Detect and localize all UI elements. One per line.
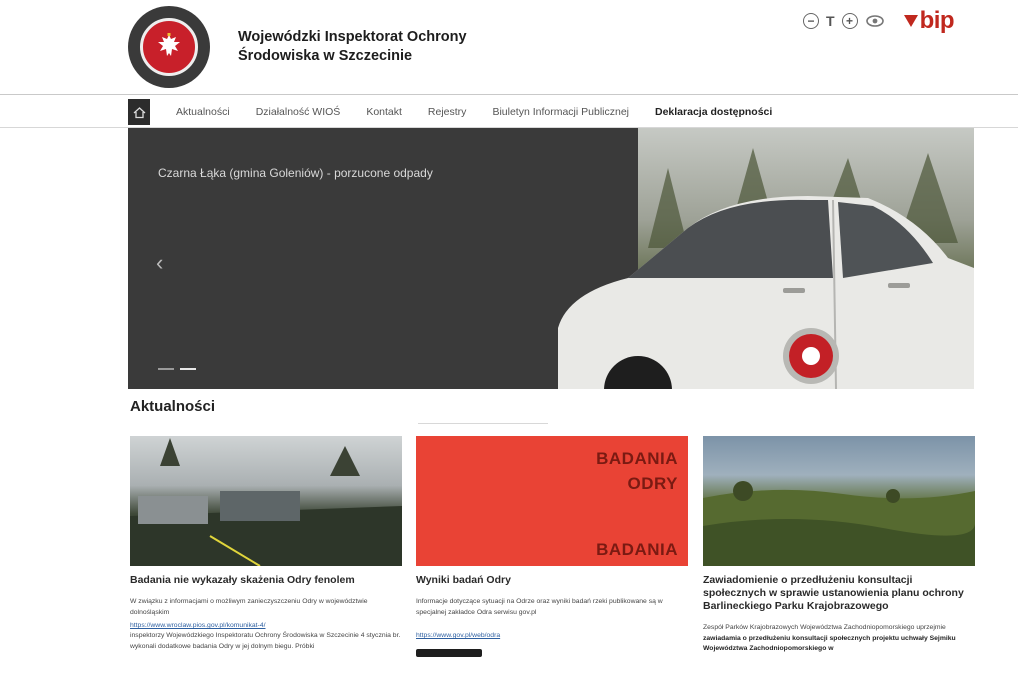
hero-dot-1[interactable]	[158, 368, 174, 370]
home-icon	[133, 106, 145, 118]
news-card-image[interactable]	[703, 436, 975, 566]
site-header: Wojewódzki Inspektorat Ochrony Środowisk…	[0, 0, 1018, 92]
news-card-text-bold: zawiadamia o przedłużeniu konsultacji sp…	[703, 634, 956, 653]
nav-item-aktualnosci[interactable]: Aktualności	[176, 106, 230, 118]
news-card-image[interactable]	[130, 436, 402, 566]
news-card-link[interactable]: https://www.gov.pl/web/odra	[416, 632, 688, 639]
org-name[interactable]: Wojewódzki Inspektorat Ochrony Środowisk…	[238, 28, 467, 66]
news-card-text: Zespół Parków Krajobrazowych Województwa…	[703, 624, 956, 653]
nav-item-deklaracja[interactable]: Deklaracja dostępności	[655, 106, 772, 118]
nav-item-bip[interactable]: Biuletyn Informacji Publicznej	[492, 106, 629, 118]
hero-dot-2[interactable]	[180, 368, 196, 370]
hero-prev-arrow-icon[interactable]: ‹	[156, 250, 163, 276]
org-name-line2: Środowiska w Szczecinie	[238, 48, 413, 64]
hero-caption[interactable]: Czarna Łąka (gmina Goleniów) - porzucone…	[158, 166, 433, 180]
news-card[interactable]: Badania nie wykazały skażenia Odry fenol…	[130, 436, 402, 652]
news-card-text-continued: inspektorzy Wojewódzkiego Inspektoratu O…	[130, 632, 401, 650]
nav-item-dzialalnosc[interactable]: Działalność WIOŚ	[256, 106, 341, 118]
accessibility-tools: − T + bip	[803, 7, 955, 35]
font-decrease-button[interactable]: −	[803, 13, 819, 29]
news-card[interactable]: BADANIA ODRY BADANIA Wyniki badań Odry I…	[416, 436, 688, 657]
org-logo[interactable]	[128, 6, 210, 88]
news-card-title[interactable]: Zawiadomienie o przedłużeniu konsultacji…	[703, 574, 975, 613]
contrast-eye-icon[interactable]	[865, 14, 885, 28]
section-divider	[418, 423, 548, 424]
read-more-button[interactable]	[416, 649, 482, 657]
nav-item-rejestry[interactable]: Rejestry	[428, 106, 467, 118]
plus-icon: +	[846, 14, 854, 28]
font-increase-button[interactable]: +	[841, 13, 858, 29]
nav-divider-top	[0, 94, 1018, 95]
nav-item-kontakt[interactable]: Kontakt	[366, 106, 402, 118]
bip-flag-icon	[903, 15, 918, 27]
bip-link[interactable]: bip	[903, 7, 955, 35]
font-size-label: T	[826, 13, 835, 29]
news-card-title[interactable]: Badania nie wykazały skażenia Odry fenol…	[130, 574, 402, 587]
main-navigation: Aktualności Działalność WIOŚ Kontakt Rej…	[128, 99, 974, 125]
news-card-text: W związku z informacjami o możliwym zani…	[130, 598, 368, 616]
image-text-bottom: BADANIA	[596, 540, 678, 559]
bip-label: bip	[919, 7, 955, 34]
image-text-top: BADANIA ODRY	[596, 449, 678, 493]
news-card[interactable]: Zawiadomienie o przedłużeniu konsultacji…	[703, 436, 975, 655]
news-card-link[interactable]: https://www.wroclaw.pios.gov.pl/komunika…	[130, 622, 402, 629]
hero-pagination	[158, 368, 196, 370]
home-button[interactable]	[128, 99, 150, 125]
hero-slider[interactable]: Czarna Łąka (gmina Goleniów) - porzucone…	[128, 128, 974, 389]
minus-icon: −	[807, 14, 815, 28]
org-name-line1: Wojewódzki Inspektorat Ochrony	[238, 29, 467, 45]
news-card-image[interactable]: BADANIA ODRY BADANIA	[416, 436, 688, 566]
eagle-emblem-icon	[140, 18, 198, 76]
news-card-text: Informacje dotyczące sytuacji na Odrze o…	[416, 598, 663, 616]
news-section-title: Aktualności	[130, 398, 216, 415]
news-card-title[interactable]: Wyniki badań Odry	[416, 574, 688, 587]
